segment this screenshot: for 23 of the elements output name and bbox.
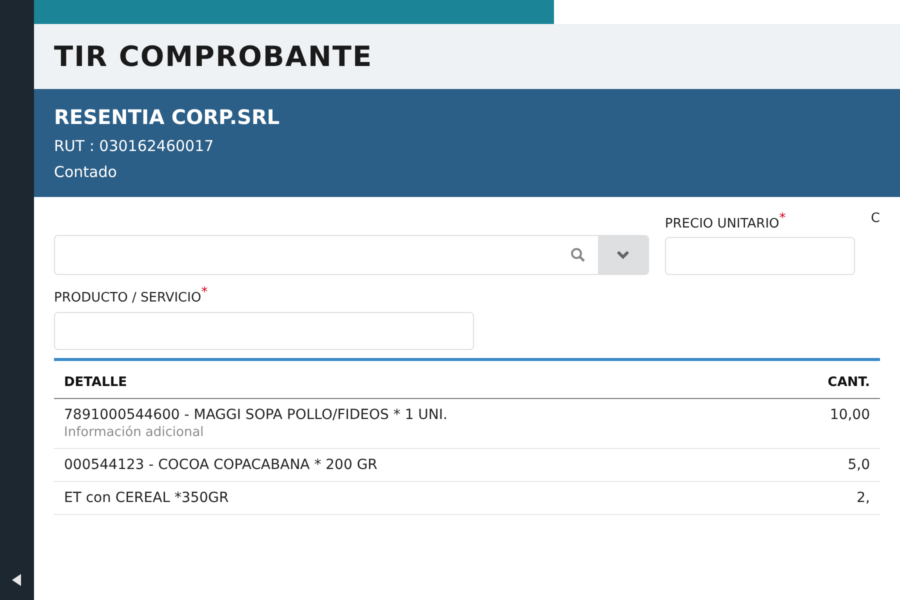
detail-cell: 7891000544600 - MAGGI SOPA POLLO/FIDEOS * 1 UNI. <box>64 406 448 423</box>
client-name: RESENTIA CORP.SRL <box>54 105 280 129</box>
dropdown-button[interactable] <box>598 236 648 274</box>
payment-type: Contado <box>54 163 117 181</box>
detail-cell: ET con CEREAL *350GR <box>64 490 229 506</box>
column-header: CANT. <box>826 374 870 390</box>
page-title: TIR COMPROBANTE <box>54 40 373 73</box>
product-search-select[interactable] <box>54 235 649 276</box>
quantity-cell: 5,0 <box>848 456 870 473</box>
column-header: DETALLE <box>64 374 128 390</box>
quantity-cell: 10,00 <box>830 406 870 423</box>
collapse-arrow-icon[interactable] <box>12 574 22 586</box>
client-rut: RUT : 030162460017 <box>54 137 214 155</box>
search-icon <box>570 247 586 264</box>
price-input[interactable] <box>664 237 855 276</box>
product-input[interactable] <box>54 312 474 350</box>
required-mark: * <box>779 211 786 226</box>
chevron-down-icon <box>616 250 630 260</box>
field-label: C <box>870 211 880 226</box>
additional-info-text: Información adicional <box>64 424 204 440</box>
required-mark: * <box>201 285 208 300</box>
detail-cell: 000544123 - COCOA COPACABANA * 200 GR <box>64 456 378 473</box>
quantity-cell: 2, <box>856 490 870 506</box>
